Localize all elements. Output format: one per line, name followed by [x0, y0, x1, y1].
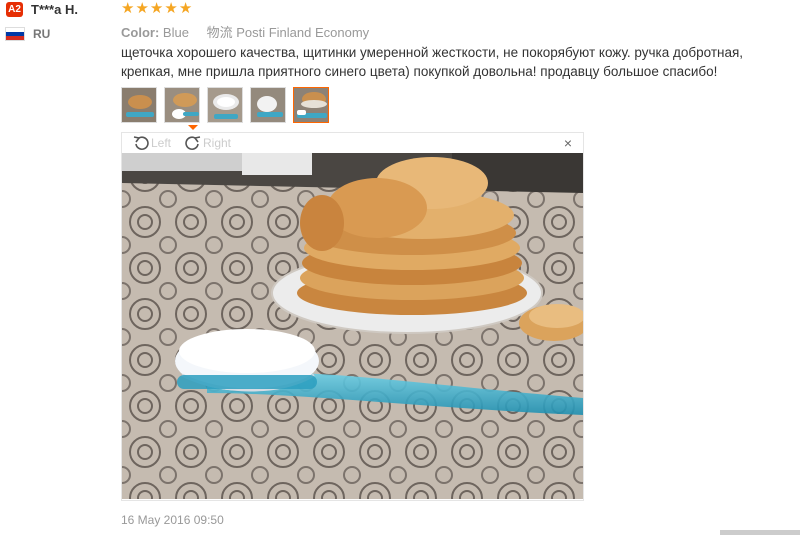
color-value: Blue [162, 25, 189, 40]
close-icon[interactable]: × [564, 136, 572, 150]
photo-thumbnail[interactable] [250, 87, 286, 123]
shipping-value: Posti Finland Economy [236, 25, 370, 40]
reviewer-country: RU [6, 27, 50, 41]
photo-thumbnail[interactable] [207, 87, 243, 123]
rotate-left-icon [133, 136, 149, 151]
star-icon: ★ [164, 0, 178, 17]
horizontal-scrollbar[interactable] [720, 530, 800, 535]
russia-flag-icon [6, 28, 24, 40]
photo-thumbnail-active[interactable] [293, 87, 329, 123]
star-icon: ★ [121, 0, 135, 17]
photo-thumbnails [121, 87, 336, 123]
order-meta: Color: Blue 物流 Posti Finland Economy [121, 22, 369, 41]
review-photo[interactable] [122, 153, 583, 499]
star-icon: ★ [149, 0, 164, 17]
rotate-right-button[interactable]: Right [184, 135, 231, 151]
photo-viewer: Left Right × [121, 132, 584, 501]
color-label: Color: [121, 25, 160, 40]
shipping-label: 物流 [206, 25, 233, 40]
rotate-left-label: Left [151, 136, 172, 150]
reviewer-name: T***a H. [31, 2, 78, 17]
rotate-left-button[interactable]: Left [132, 135, 171, 151]
star-icon: ★ [178, 0, 193, 17]
star-rating: ★ ★ ★ ★ ★ [121, 1, 193, 16]
photo-thumbnail[interactable] [121, 87, 157, 123]
rotate-right-label: Right [203, 136, 232, 150]
review-text: щеточка хорошего качества, щитинки умере… [121, 45, 744, 79]
viewer-toolbar: Left Right × [122, 133, 583, 153]
photo-thumbnail[interactable] [164, 87, 200, 123]
rotate-right-icon [185, 136, 201, 151]
reviewer-header: A2 T***a H. [6, 2, 78, 17]
review-date: 16 May 2016 09:50 [121, 513, 224, 527]
country-code: RU [33, 27, 51, 41]
star-icon: ★ [135, 0, 149, 17]
buyer-level-badge: A2 [6, 2, 23, 17]
active-thumbnail-arrow-icon [188, 125, 198, 130]
